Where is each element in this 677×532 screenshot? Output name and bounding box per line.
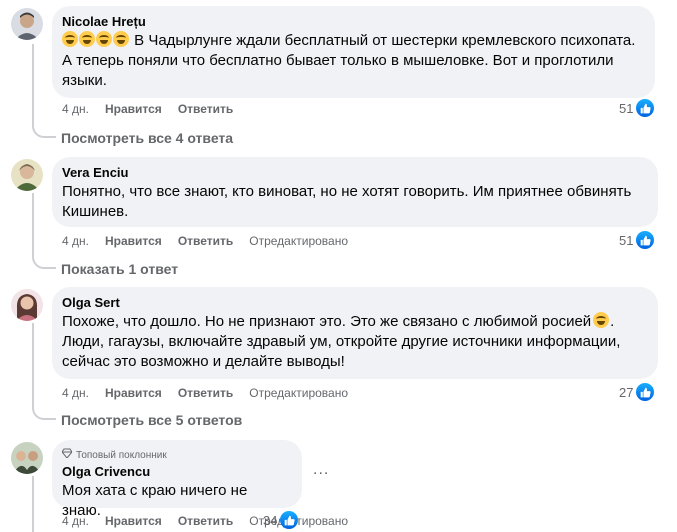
comment-text: В Чадырлунге ждали бесплатный от шестерк… [62,31,643,91]
reply-button[interactable]: Ответить [178,102,233,116]
reply-button[interactable]: Ответить [178,234,233,248]
comment-author[interactable]: Nicolae Hrețu [62,14,643,30]
comment-line: А теперь поняли что бесплатно бывает тол… [62,52,614,69]
reaction-count: 51 [619,100,634,116]
like-icon [636,99,655,117]
reply-button[interactable]: Ответить [178,514,233,528]
like-icon [636,231,655,249]
comment-line: В Чадырлунге ждали бесплатный от шестерк… [134,32,636,49]
view-replies-link[interactable]: Посмотреть все 5 ответов [61,412,242,428]
laughing-emoji [96,31,112,47]
thread-curve [32,406,56,420]
like-icon [636,383,655,401]
laughing-emoji [79,31,95,47]
smiling-emoji [593,312,610,328]
reaction-count: 34 [263,512,278,528]
comment-line: сейчас это возможно и делайте выводы! [62,353,345,370]
edited-label: Отредактировано [249,234,349,248]
comment-time[interactable]: 4 дн. [62,386,89,400]
thread-curve [32,255,56,269]
thread-line [32,323,34,406]
view-replies-link[interactable]: Показать 1 ответ [61,261,178,277]
avatar[interactable] [11,289,43,321]
thread-line [32,476,34,532]
comment-bubble: Olga Sert Похоже, что дошло. Но не призн… [52,287,658,379]
thread-line [32,44,34,124]
comment-actions: 4 дн. Нравится Ответить Отредактировано [62,385,348,401]
avatar[interactable] [11,159,43,191]
comment-bubble: Nicolae Hrețu В Чадырлунге ждали бесплат… [52,6,655,98]
laughing-emoji [62,31,78,47]
thread-curve [32,124,56,138]
comment-line: Понятно, что все знают, кто виноват, но … [62,183,632,200]
thread-line [32,193,34,255]
comment-text: Понятно, что все знают, кто виноват, но … [62,182,646,222]
laughing-emoji [113,31,129,47]
reaction-summary[interactable]: 27 [619,383,655,401]
reaction-summary[interactable]: 34 [263,511,299,529]
comment-bubble: Vera Enciu Понятно, что все знают, кто в… [52,157,658,227]
avatar[interactable] [11,8,43,40]
like-button[interactable]: Нравится [105,514,162,528]
like-button[interactable]: Нравится [105,386,162,400]
comment-line: языки. [62,72,107,89]
comment-thread: Nicolae Hrețu В Чадырлунге ждали бесплат… [0,0,677,532]
diamond-badge-icon [61,448,73,462]
reaction-summary[interactable]: 51 [619,99,655,117]
comment-author[interactable]: Vera Enciu [62,165,646,181]
comment-time[interactable]: 4 дн. [62,102,89,116]
reply-button[interactable]: Ответить [178,386,233,400]
comment-time[interactable]: 4 дн. [62,514,89,528]
comment-bubble: Топовый поклонник Olga Crivencu Моя хата… [52,440,302,519]
comment-actions: 4 дн. Нравится Ответить Отредактировано [62,233,348,249]
like-icon [280,511,299,529]
like-button[interactable]: Нравится [105,102,162,116]
comment-time[interactable]: 4 дн. [62,234,89,248]
reaction-count: 27 [619,384,634,400]
comment-line: Люди, гагаузы, включайте здравый ум, отк… [62,333,621,350]
edited-label: Отредактировано [249,386,349,400]
reaction-count: 51 [619,232,634,248]
top-fan-badge: Топовый поклонник [61,448,290,462]
badge-label: Топовый поклонник [76,449,167,461]
comment-actions: 4 дн. Нравится Ответить Отредактировано [62,513,348,529]
comment-text: Похоже, что дошло. Но не признают это. Э… [62,312,621,370]
reaction-summary[interactable]: 51 [619,231,655,249]
comment-author[interactable]: Olga Sert [62,295,646,311]
more-options-icon[interactable]: ... [313,461,329,479]
view-replies-link[interactable]: Посмотреть все 4 ответа [61,130,233,146]
comment-actions: 4 дн. Нравится Ответить [62,101,233,117]
comment-line: Похоже, что дошло. Но не признают это. Э… [62,313,592,330]
avatar[interactable] [11,442,43,474]
comment-author[interactable]: Olga Crivencu [62,464,290,480]
like-button[interactable]: Нравится [105,234,162,248]
comment-line: Кишинев. [62,203,129,220]
